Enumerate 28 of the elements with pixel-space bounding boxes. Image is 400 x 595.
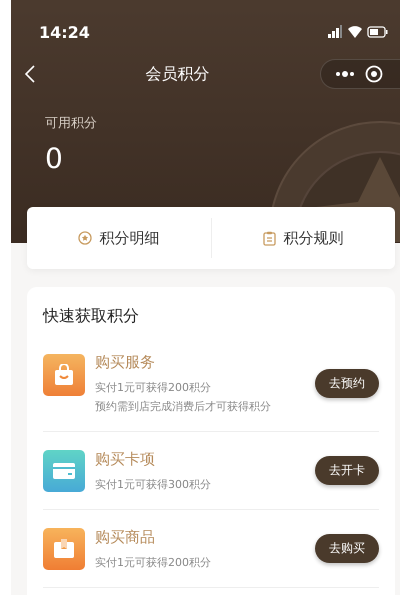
tab-label: 积分规则 — [283, 228, 344, 248]
action-button[interactable]: 去开卡 — [315, 456, 379, 485]
tab-label: 积分明细 — [99, 228, 160, 248]
more-icon[interactable] — [335, 71, 355, 77]
capsule-menu[interactable] — [320, 59, 400, 89]
task-description: 实付1元可获得200积分 — [95, 380, 211, 395]
task-description: 实付1元可获得200积分 — [95, 554, 211, 570]
clipboard-icon — [263, 230, 276, 246]
card-icon — [52, 462, 76, 480]
tab[interactable]: 积分明细 — [27, 218, 210, 258]
target-icon[interactable] — [365, 65, 383, 83]
status-time: 14:24 — [39, 22, 90, 42]
task-title: 购买卡项 — [95, 450, 155, 468]
action-button[interactable]: 去预约 — [315, 369, 379, 398]
task-title: 购买商品 — [95, 528, 155, 546]
task-title: 购买服务 — [95, 353, 155, 372]
task-description: 实付1元可获得300积分 — [95, 476, 211, 492]
page-title: 会员积分 — [146, 64, 210, 84]
shopping-bag-icon — [54, 364, 74, 386]
status-icons — [328, 25, 388, 39]
tab[interactable]: 积分规则 — [212, 218, 395, 258]
box-icon — [53, 539, 75, 559]
points-value: 0 — [45, 142, 63, 175]
section-title: 快速获取积分 — [43, 306, 139, 327]
task-description: 预约需到店完成消费后才可获得积分 — [95, 399, 271, 414]
back-icon[interactable] — [25, 65, 35, 83]
points-label: 可用积分 — [45, 115, 97, 132]
action-button[interactable]: 去购买 — [315, 534, 379, 563]
